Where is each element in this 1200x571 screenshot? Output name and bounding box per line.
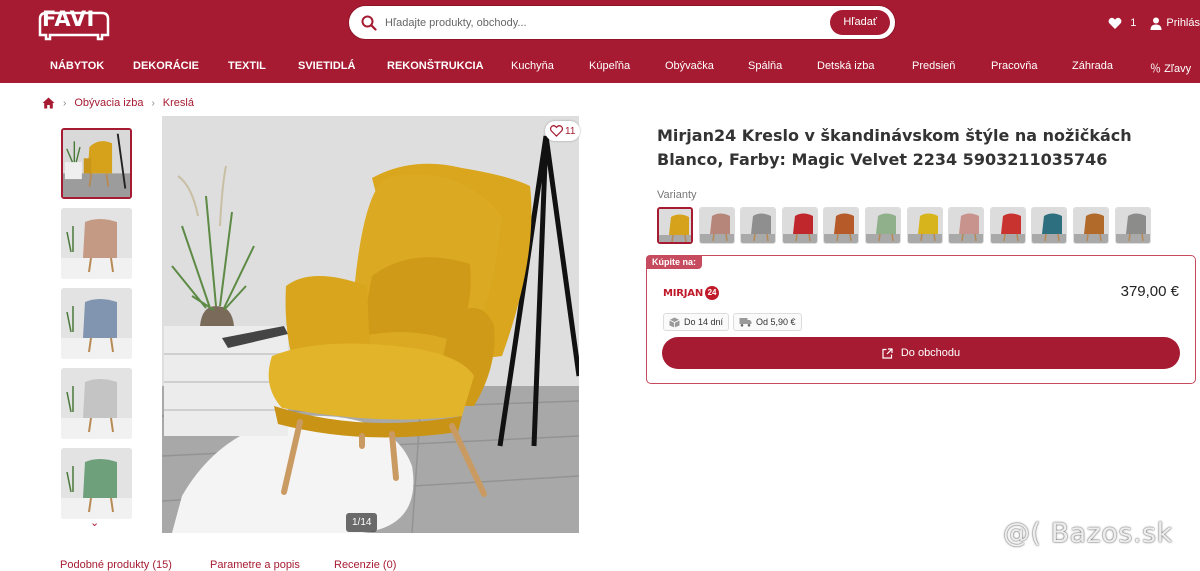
favi-logo[interactable]: FAVI	[36, 5, 112, 41]
delivery-time-chip: Do 14 dní	[663, 313, 730, 331]
category-nav: NÁBYTOK DEKORÁCIE TEXTIL SVIETIDLÁ REKON…	[0, 46, 1200, 83]
variant-swatch-9[interactable]	[989, 207, 1026, 244]
home-icon[interactable]	[42, 97, 55, 109]
delivery-info: Do 14 dní Od 5,90 €	[663, 313, 806, 331]
search-bar: Hľadať	[349, 6, 895, 39]
external-link-icon	[882, 347, 893, 359]
nav-item-obyvacka[interactable]: Obývačka	[665, 60, 714, 72]
variant-swatches	[657, 207, 1157, 244]
variant-swatch-6[interactable]	[865, 207, 901, 244]
user-icon	[1150, 17, 1162, 30]
thumbnail-4[interactable]	[61, 368, 132, 439]
tab-reviews[interactable]: Recenzie (0)	[334, 559, 396, 571]
breadcrumb-item-kresla[interactable]: Kreslá	[163, 97, 194, 109]
shipping-chip: Od 5,90 €	[733, 313, 802, 331]
tab-parameters[interactable]: Parametre a popis	[210, 559, 300, 571]
variant-swatch-12[interactable]	[1114, 207, 1151, 244]
image-like-button[interactable]: 11	[545, 121, 581, 141]
search-icon	[361, 15, 377, 31]
search-button[interactable]: Hľadať	[830, 10, 890, 35]
variant-swatch-10[interactable]	[1031, 207, 1068, 244]
thumbnail-1[interactable]	[61, 128, 132, 199]
shop-logo-number: 24	[705, 286, 720, 300]
thumbnail-5[interactable]	[61, 448, 132, 519]
logo-text: FAVI	[42, 7, 95, 31]
favorites-link[interactable]: 1	[1108, 17, 1136, 30]
variant-swatch-3[interactable]	[740, 207, 777, 244]
variant-swatch-4[interactable]	[781, 207, 818, 244]
nav-item-zlavy-label: Zľavy	[1164, 63, 1192, 75]
variant-swatch-7[interactable]	[906, 207, 943, 244]
thumbnail-2[interactable]	[61, 208, 132, 279]
thumbnail-3[interactable]	[61, 288, 132, 359]
search-input[interactable]	[385, 11, 825, 34]
thumbnail-list	[61, 128, 132, 530]
header-actions: 1 Prihlás	[1108, 14, 1200, 32]
shop-logo[interactable]: MIRJAN 24	[663, 286, 720, 300]
variants-label: Varianty	[657, 189, 697, 201]
delivery-time: Do 14 dní	[684, 317, 724, 327]
offer-tag: Kúpite na:	[646, 255, 702, 269]
percent-icon: ％	[1150, 63, 1165, 75]
nav-item-predsien[interactable]: Predsieň	[912, 60, 955, 72]
nav-item-zlavy[interactable]: ％ Zľavy	[1150, 60, 1191, 76]
nav-item-pracovna[interactable]: Pracovňa	[991, 60, 1037, 72]
offer-price: 379,00 €	[1120, 283, 1179, 300]
variant-swatch-5[interactable]	[823, 207, 860, 244]
chevron-down-icon[interactable]: ⌄	[90, 516, 99, 529]
bazos-watermark: @( Bazos.sk	[1003, 518, 1173, 549]
breadcrumb: › Obývacia izba › Kreslá	[42, 95, 194, 111]
offer-card: Kúpite na: MIRJAN 24 379,00 € Do 14 dní …	[646, 255, 1196, 384]
heart-icon	[1108, 17, 1122, 29]
nav-item-svietidla[interactable]: SVIETIDLÁ	[298, 60, 355, 72]
nav-item-spalna[interactable]: Spálňa	[748, 60, 782, 72]
tab-similar-products[interactable]: Podobné produkty (15)	[60, 559, 172, 571]
nav-item-kupelna[interactable]: Kúpeľňa	[589, 60, 630, 72]
nav-item-kuchyna[interactable]: Kuchyňa	[511, 60, 554, 72]
nav-item-zahrada[interactable]: Záhrada	[1072, 60, 1113, 72]
login-link[interactable]: Prihlás	[1150, 17, 1200, 30]
variant-swatch-11[interactable]	[1073, 207, 1109, 244]
nav-item-nabytok[interactable]: NÁBYTOK	[50, 60, 104, 72]
nav-item-dekoracie[interactable]: DEKORÁCIE	[133, 60, 199, 72]
heart-outline-icon	[550, 125, 563, 137]
favorites-count: 1	[1130, 17, 1137, 29]
truck-icon	[739, 318, 752, 327]
top-bar: FAVI Hľadať 1 Prihlás	[0, 0, 1200, 46]
chevron-right-icon: ›	[63, 97, 67, 109]
login-label: Prihlás	[1166, 17, 1200, 29]
breadcrumb-item-obyvacia-izba[interactable]: Obývacia izba	[74, 97, 143, 109]
product-main-image[interactable]	[162, 116, 579, 533]
shipping-price: Od 5,90 €	[756, 317, 796, 327]
go-to-shop-label: Do obchodu	[900, 347, 961, 359]
variant-swatch-1[interactable]	[657, 207, 693, 244]
nav-item-textil[interactable]: TEXTIL	[228, 60, 266, 72]
product-title: Mirjan24 Kreslo v škandinávskom štýle na…	[657, 126, 1132, 169]
go-to-shop-button[interactable]: Do obchodu	[662, 337, 1180, 369]
shop-logo-name: MIRJAN	[663, 287, 704, 299]
chevron-right-icon: ›	[151, 97, 155, 109]
variant-swatch-2[interactable]	[698, 207, 735, 244]
package-icon	[669, 317, 680, 327]
variant-swatch-8[interactable]	[948, 207, 985, 244]
image-like-count: 11	[565, 125, 576, 137]
nav-item-rekonstrukcia[interactable]: REKONŠTRUKCIA	[387, 60, 484, 72]
nav-item-detska-izba[interactable]: Detská izba	[817, 60, 874, 72]
image-counter: 1/14	[346, 513, 378, 532]
